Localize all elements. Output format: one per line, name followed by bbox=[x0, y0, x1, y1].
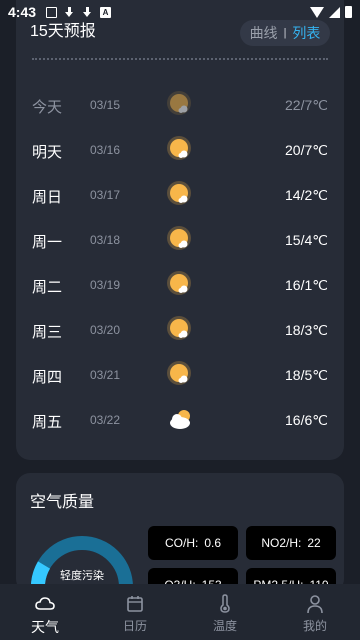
day-temp: 18/3℃ bbox=[285, 322, 328, 338]
pollutant-value: 22 bbox=[307, 536, 321, 550]
status-time: 4:43 bbox=[8, 4, 37, 20]
day-temp: 20/7℃ bbox=[285, 142, 328, 158]
day-name: 周二 bbox=[32, 279, 63, 296]
pollutant-co: CO/H: 0.6 bbox=[148, 526, 238, 560]
pollutant-no2: NO2/H: 22 bbox=[246, 526, 336, 560]
air-quality-card[interactable]: 空气质量 轻度污染 CO/H: 0.6 NO2/H: 22 O3/H: 153 … bbox=[16, 473, 344, 593]
day-temp: 18/5℃ bbox=[285, 367, 328, 383]
cloud-icon bbox=[35, 597, 55, 610]
signal-icon bbox=[329, 6, 340, 18]
image-notification-icon bbox=[46, 6, 58, 18]
nav-profile[interactable]: 我的 bbox=[270, 584, 360, 640]
nav-label: 我的 bbox=[302, 619, 327, 633]
status-bar: 4:43 A bbox=[0, 0, 360, 24]
system-icons bbox=[310, 6, 352, 18]
thermometer-icon bbox=[220, 594, 230, 613]
notification-icons: A bbox=[46, 6, 112, 18]
battery-icon bbox=[345, 6, 352, 18]
day-name: 周日 bbox=[32, 189, 63, 206]
day-name: 周四 bbox=[32, 369, 63, 386]
day-temp: 15/4℃ bbox=[285, 232, 328, 248]
forecast-day-row[interactable]: 周五 03/22 16/6℃ bbox=[16, 407, 344, 437]
sunny-cloud-icon bbox=[167, 91, 191, 115]
day-temp: 22/7℃ bbox=[285, 97, 328, 113]
sunny-cloud-icon bbox=[167, 226, 191, 250]
download-icon bbox=[64, 6, 75, 18]
day-date: 03/15 bbox=[90, 98, 121, 112]
sunny-cloud-icon bbox=[167, 361, 191, 385]
toggle-curve-button[interactable]: 曲线 bbox=[250, 23, 278, 43]
day-temp: 16/6℃ bbox=[285, 412, 328, 428]
day-name: 周五 bbox=[32, 414, 63, 431]
pollutant-label: NO2/H: bbox=[261, 536, 302, 550]
cloudy-icon bbox=[170, 410, 190, 429]
forecast-card: 15天预报 曲线 | 列表 今天 03/15 22/7℃ 明天 03/16 20… bbox=[16, 0, 344, 460]
forecast-day-row[interactable]: 周日 03/17 14/2℃ bbox=[16, 181, 344, 212]
nav-label: 日历 bbox=[122, 619, 147, 633]
forecast-day-row[interactable]: 明天 03/16 20/7℃ bbox=[16, 136, 344, 167]
day-date: 03/19 bbox=[90, 278, 121, 292]
toggle-separator: | bbox=[283, 27, 287, 39]
day-date: 03/20 bbox=[90, 323, 121, 337]
day-name: 周三 bbox=[32, 324, 63, 341]
day-name: 明天 bbox=[32, 144, 63, 161]
pollutant-value: 0.6 bbox=[204, 536, 222, 550]
day-date: 03/16 bbox=[90, 143, 121, 157]
day-name: 周一 bbox=[32, 234, 63, 251]
nav-label: 温度 bbox=[212, 619, 237, 633]
forecast-day-row[interactable]: 周四 03/21 18/5℃ bbox=[16, 361, 344, 392]
pollutant-label: CO/H: bbox=[164, 536, 199, 550]
nav-calendar[interactable]: 日历 bbox=[90, 584, 180, 640]
nav-temperature[interactable]: 温度 bbox=[180, 584, 270, 640]
bottom-nav: 天气 日历 温度 我的 bbox=[0, 584, 360, 640]
download-icon bbox=[82, 6, 93, 18]
day-temp: 16/1℃ bbox=[285, 277, 328, 293]
sunny-cloud-icon bbox=[167, 136, 191, 160]
user-icon bbox=[307, 595, 323, 614]
aqi-level: 轻度污染 bbox=[60, 570, 104, 582]
calendar-icon bbox=[127, 596, 143, 612]
forecast-day-row[interactable]: 周一 03/18 15/4℃ bbox=[16, 226, 344, 257]
day-date: 03/22 bbox=[90, 413, 121, 427]
day-date: 03/17 bbox=[90, 188, 121, 202]
air-quality-title: 空气质量 bbox=[30, 494, 95, 511]
sunny-cloud-icon bbox=[167, 271, 191, 295]
forecast-day-row[interactable]: 周二 03/19 16/1℃ bbox=[16, 271, 344, 302]
forecast-title: 15天预报 bbox=[30, 23, 96, 40]
day-name: 今天 bbox=[32, 99, 63, 116]
day-date: 03/18 bbox=[90, 233, 121, 247]
app-notification-icon: A bbox=[100, 6, 112, 18]
nav-label: 天气 bbox=[31, 619, 59, 635]
divider bbox=[32, 58, 328, 60]
sunny-cloud-icon bbox=[167, 316, 191, 340]
sunny-cloud-icon bbox=[167, 181, 191, 205]
day-temp: 14/2℃ bbox=[285, 187, 328, 203]
toggle-list-button[interactable]: 列表 bbox=[292, 23, 320, 43]
nav-weather[interactable]: 天气 bbox=[0, 584, 90, 640]
wifi-icon bbox=[310, 6, 324, 18]
forecast-day-row[interactable]: 今天 03/15 22/7℃ bbox=[16, 91, 344, 122]
forecast-day-row[interactable]: 周三 03/20 18/3℃ bbox=[16, 316, 344, 347]
day-date: 03/21 bbox=[90, 368, 121, 382]
